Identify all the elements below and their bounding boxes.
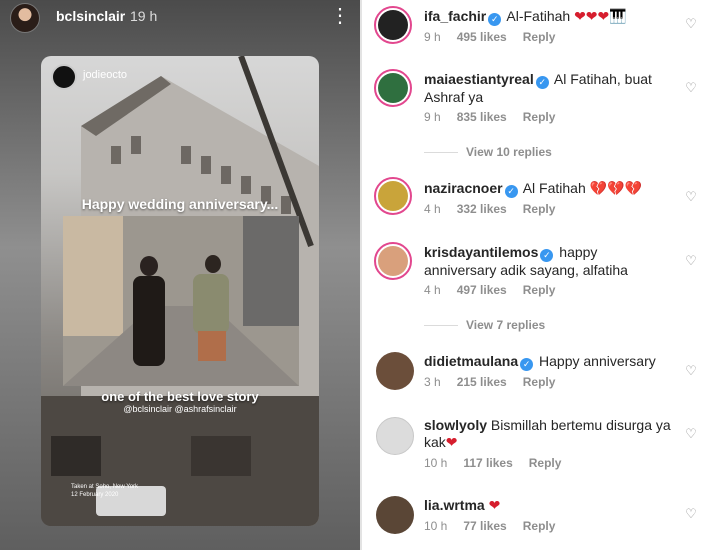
reply-button[interactable]: Reply — [523, 202, 556, 216]
comment-likes[interactable]: 77 likes — [463, 519, 506, 533]
reply-button[interactable]: Reply — [529, 456, 562, 470]
couple-photo — [63, 216, 299, 386]
comment-time: 9 h — [424, 30, 441, 44]
comment-username[interactable]: ifa_fachir — [424, 8, 486, 24]
comment-likes[interactable]: 835 likes — [457, 110, 507, 124]
like-heart-icon[interactable]: ♡ — [684, 507, 698, 521]
comment-likes[interactable]: 332 likes — [457, 202, 507, 216]
view-replies-label: View 10 replies — [466, 145, 552, 159]
reply-button[interactable]: Reply — [523, 110, 556, 124]
story-tagline: one of the best love story — [101, 389, 259, 404]
story-headline: Happy wedding anniversary... — [81, 196, 279, 212]
like-heart-icon[interactable]: ♡ — [684, 254, 698, 268]
view-replies-button[interactable]: View 7 replies — [424, 318, 545, 332]
comment-meta: 10 h 117 likes Reply — [424, 456, 577, 470]
replies-line — [424, 325, 458, 327]
story-location: Taken at Soho, New York 12 February 2020 — [71, 483, 138, 499]
comment-avatar[interactable] — [374, 242, 412, 280]
comment-time: 4 h — [424, 283, 441, 297]
comment-time: 3 h — [424, 375, 441, 389]
view-replies-button[interactable]: View 10 replies — [424, 145, 552, 159]
view-replies-label: View 7 replies — [466, 318, 546, 332]
date-line: 12 February 2020 — [71, 492, 119, 498]
comment-avatar[interactable] — [376, 352, 414, 390]
comment-body: Al Fatihah — [522, 180, 586, 196]
location-line: Taken at Soho, New York — [71, 484, 139, 490]
comment-meta: 4 h 332 likes Reply — [424, 202, 571, 216]
story-mentions[interactable]: @bclsinclair @ashrafsinclair — [41, 404, 319, 414]
story-avatar[interactable] — [10, 3, 40, 33]
more-vertical-icon[interactable]: ⋮ — [330, 5, 350, 27]
verified-badge-icon: ✓ — [504, 185, 518, 198]
comment-text: naziracnoer ✓ Al Fatihah 💔💔💔 — [424, 180, 672, 198]
comment-text: lia.wrtma ❤ — [424, 497, 672, 514]
reply-button[interactable]: Reply — [523, 283, 556, 297]
comment-likes[interactable]: 117 likes — [463, 456, 512, 470]
story-username[interactable]: bclsinclair — [56, 8, 125, 24]
verified-badge-icon: ✓ — [488, 13, 502, 26]
comment-username[interactable]: naziracnoer — [424, 180, 503, 196]
comment-text: ifa_fachir ✓ Al-Fatihah ❤❤❤🎹 — [424, 8, 672, 26]
comment-text: krisdayantilemos ✓ happy anniversary adik… — [424, 244, 672, 279]
comment-likes[interactable]: 215 likes — [457, 375, 507, 389]
reply-button[interactable]: Reply — [523, 519, 556, 533]
repost-username[interactable]: jodieocto — [83, 69, 127, 81]
comment-meta: 4 h 497 likes Reply — [424, 283, 571, 297]
comment-meta: 3 h 215 likes Reply — [424, 375, 571, 389]
comment-text: maiaestiantyreal ✓ Al Fatihah, buat Ashra… — [424, 71, 672, 106]
comment-body: Happy anniversary — [539, 353, 656, 369]
comment-username[interactable]: lia.wrtma — [424, 497, 485, 513]
comment-time: 10 h — [424, 456, 448, 470]
comments-panel: ifa_fachir ✓ Al-Fatihah ❤❤❤🎹 9 h 495 likes… — [362, 0, 720, 550]
reply-button[interactable]: Reply — [523, 30, 556, 44]
comment-emoji: 💔💔💔 — [589, 180, 642, 196]
comment-text: slowlyoly Bismillah bertemu disurga ya k… — [424, 417, 672, 451]
comment-username[interactable]: maiaestiantyreal — [424, 71, 534, 87]
story-header: bclsinclair 19 h ⋮ — [0, 0, 360, 36]
replies-line — [424, 152, 458, 154]
repost-avatar[interactable] — [51, 64, 77, 90]
like-heart-icon[interactable]: ♡ — [684, 427, 698, 441]
story-time: 19 h — [130, 8, 158, 24]
comment-meta: 9 h 835 likes Reply — [424, 110, 571, 124]
comment-time: 4 h — [424, 202, 441, 216]
verified-badge-icon: ✓ — [520, 358, 534, 371]
comment-username[interactable]: slowlyoly — [424, 417, 487, 433]
verified-badge-icon: ✓ — [540, 249, 554, 262]
comment-meta: 10 h 77 likes Reply — [424, 519, 571, 533]
comment-emoji: ❤ — [488, 497, 501, 513]
comment-avatar[interactable] — [376, 496, 414, 534]
reply-button[interactable]: Reply — [523, 375, 556, 389]
comment-avatar[interactable] — [376, 417, 414, 455]
verified-badge-icon: ✓ — [535, 76, 549, 89]
comment-username[interactable]: krisdayantilemos — [424, 244, 538, 260]
comment-emoji: ❤ — [445, 434, 458, 450]
like-heart-icon[interactable]: ♡ — [684, 190, 698, 204]
comment-meta: 9 h 495 likes Reply — [424, 30, 571, 44]
comment-time: 9 h — [424, 110, 441, 124]
comment-emoji: ❤❤❤🎹 — [574, 8, 627, 24]
like-heart-icon[interactable]: ♡ — [684, 364, 698, 378]
comment-text: didietmaulana ✓ Happy anniversary — [424, 353, 672, 371]
comment-avatar[interactable] — [374, 69, 412, 107]
comment-likes[interactable]: 495 likes — [457, 30, 507, 44]
comment-time: 10 h — [424, 519, 448, 533]
like-heart-icon[interactable]: ♡ — [684, 17, 698, 31]
reposted-story-card[interactable]: jodieocto Happy wedding anniversary... o… — [41, 56, 319, 526]
story-panel: bclsinclair 19 h ⋮ jodieocto Happy weddi… — [0, 0, 360, 550]
comment-username[interactable]: didietmaulana — [424, 353, 518, 369]
like-heart-icon[interactable]: ♡ — [684, 81, 698, 95]
comment-avatar[interactable] — [374, 177, 412, 215]
comment-likes[interactable]: 497 likes — [457, 283, 507, 297]
comment-body: Al-Fatihah — [506, 8, 571, 24]
comment-avatar[interactable] — [374, 6, 412, 44]
